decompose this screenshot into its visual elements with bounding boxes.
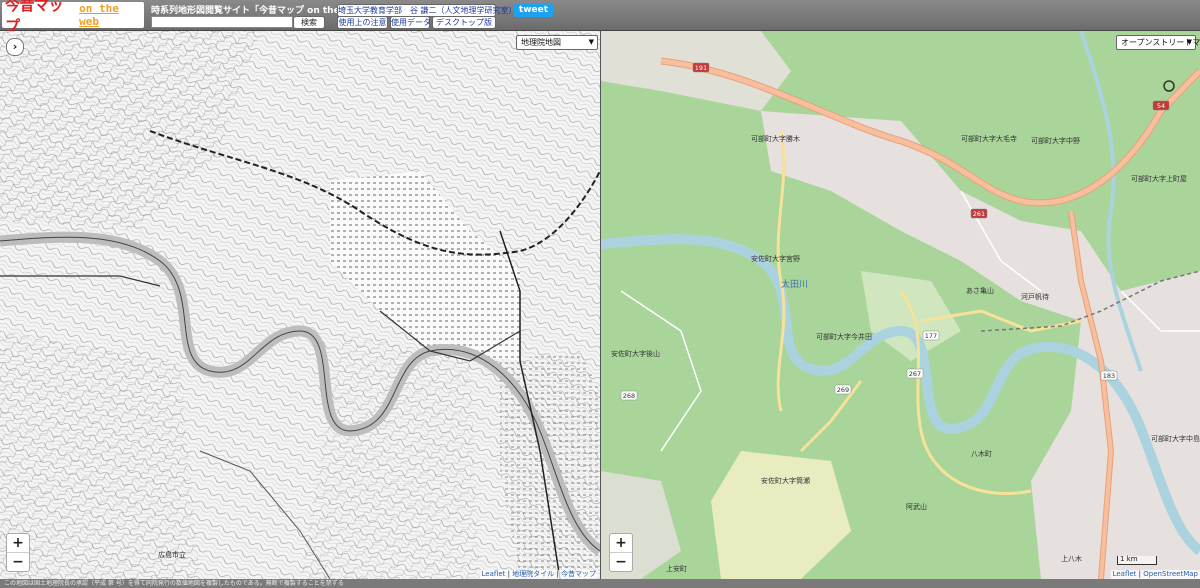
route-badge-label: 183 (1103, 372, 1115, 380)
tweet-button[interactable]: tweet (514, 4, 553, 17)
route-badge: 267 (906, 368, 924, 379)
place-label: 可部町大字今井田 (816, 332, 872, 341)
route-badge: 177 (922, 330, 940, 341)
place-label: 安佐町大字宮野 (751, 254, 800, 263)
new-map-type-select[interactable]: オープンストリートマップ ▼ (1116, 35, 1200, 50)
sidebar-toggle-button[interactable]: › (6, 38, 24, 56)
new-zoom-in-button[interactable]: + (610, 534, 632, 552)
place-label: 上安町 (666, 564, 687, 573)
place-label: 安佐町大字後山 (611, 349, 660, 358)
leaflet-link[interactable]: Leaflet (1113, 570, 1137, 578)
search-button[interactable]: 検索 (293, 16, 325, 29)
site-logo[interactable]: 今昔マップ on the web (2, 0, 144, 35)
old-map-label: 広島市立 (158, 550, 186, 559)
gsi-tiles-link[interactable]: 地理院タイル (512, 570, 554, 578)
search-input[interactable] (151, 16, 293, 28)
data-used-link[interactable]: 使用データ (390, 16, 431, 29)
new-map-zoom-control: + − (609, 533, 633, 572)
route-badge: 268 (620, 390, 638, 401)
usage-notes-link[interactable]: 使用上の注意 (337, 16, 388, 29)
scale-bar: 1 km (1117, 556, 1157, 565)
old-map-select-value: 地理院地図 (521, 38, 561, 47)
chevron-down-icon: ▼ (588, 38, 594, 46)
route-badge-label: 269 (837, 386, 849, 394)
route-badge: 183 (1100, 370, 1118, 381)
place-label: 可部町大字中野 (1031, 136, 1080, 145)
new-zoom-out-button[interactable]: − (610, 552, 632, 571)
route-badge-label: 267 (909, 370, 921, 378)
place-label: あさ亀山 (966, 286, 994, 295)
route-badge: 191 (692, 62, 710, 73)
footer-notice: この地図は国土地理院長の承認（平成 第 号）を得て同院発行の数値地図を複製したも… (0, 579, 1200, 588)
place-label: 河戸帆待 (1021, 292, 1049, 301)
leaflet-link[interactable]: Leaflet (482, 570, 506, 578)
place-label: 安佐町大字筒瀬 (761, 476, 810, 485)
route-badge-label: 191 (695, 64, 707, 72)
place-label: 上八木 (1061, 554, 1082, 563)
osm-link[interactable]: OpenStreetMap (1143, 570, 1198, 578)
openstreetmap-map[interactable]: 可部町大字勝木 可部町大字大毛寺 可部町大字中野可部町大字上町屋安佐町大字宮野太田川… (601, 31, 1200, 579)
route-badge: 54 (1152, 100, 1170, 111)
chevron-down-icon: ▼ (1186, 38, 1192, 46)
logo-sub-text: on the web (79, 2, 119, 28)
route-badge-label: 54 (1157, 102, 1165, 110)
place-label: 可部町大字勝木 (751, 134, 800, 143)
place-label: 可部町大字上町屋 (1131, 174, 1187, 183)
route-badge-label: 268 (623, 392, 635, 400)
old-map-attribution: Leaflet | 地理院タイル | 今昔マップ (479, 570, 598, 579)
route-badge: 269 (834, 384, 852, 395)
place-label: 可部町大字中島 (1151, 434, 1200, 443)
place-label: 太田川 (781, 278, 808, 290)
old-topographic-map[interactable]: 広島市立 › 地理院地図 ▼ + − Leaflet | 地理院タイル | 今昔… (0, 31, 600, 579)
new-map-attribution: Leaflet | OpenStreetMap (1110, 570, 1200, 579)
route-badge-label: 261 (973, 210, 985, 218)
place-label: 八木町 (971, 449, 992, 458)
route-badge-label: 177 (925, 332, 937, 340)
old-map-zoom-control: + − (6, 533, 30, 572)
old-zoom-in-button[interactable]: + (7, 534, 29, 552)
desktop-version-link[interactable]: デスクトップ版 (432, 16, 496, 29)
old-map-type-select[interactable]: 地理院地図 ▼ (516, 35, 598, 50)
osm-map-canvas[interactable]: 可部町大字勝木 可部町大字大毛寺 可部町大字中野可部町大字上町屋安佐町大字宮野太田川… (601, 31, 1200, 579)
route-badge: 261 (970, 208, 988, 219)
place-label: 可部町大字大毛寺 (961, 134, 1017, 143)
konjaku-link[interactable]: 今昔マップ (561, 570, 596, 578)
old-map-canvas[interactable]: 広島市立 (0, 31, 600, 579)
header-bar: 今昔マップ on the web 時系列地形図閲覧サイト「今昔マップ on th… (0, 0, 1200, 35)
old-zoom-out-button[interactable]: − (7, 552, 29, 571)
place-label: 阿武山 (906, 502, 927, 511)
